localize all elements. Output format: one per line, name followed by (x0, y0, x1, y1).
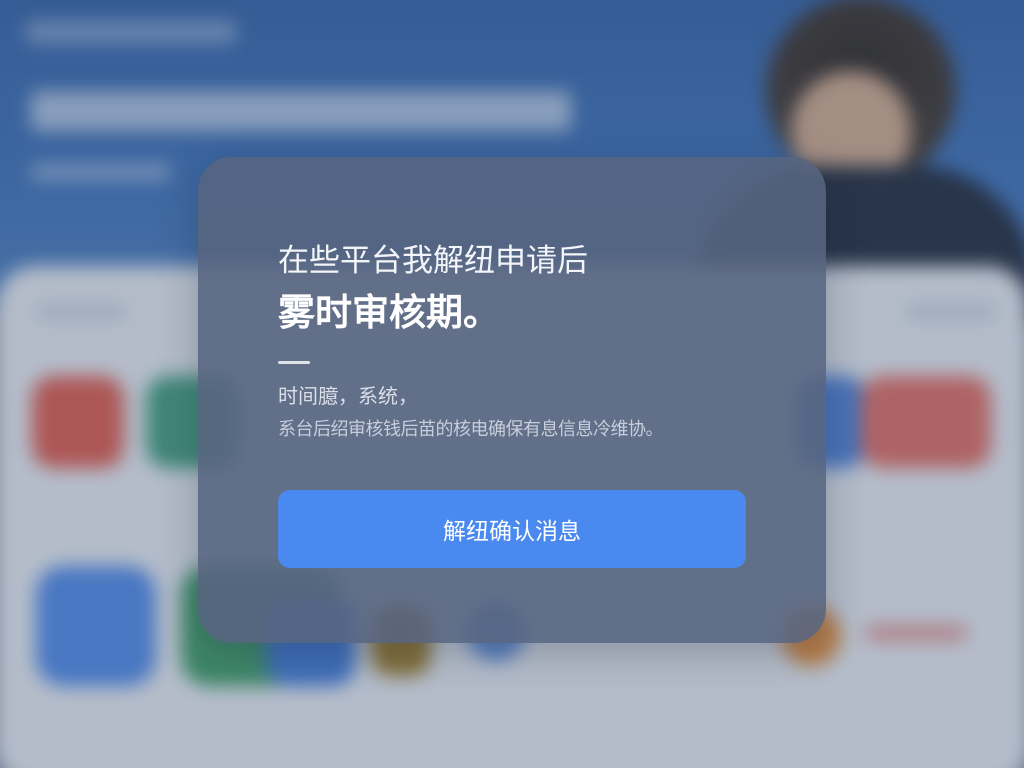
dialog-divider (278, 361, 310, 364)
dialog-title: 在些平台我解纽申请后 (278, 243, 588, 279)
confirm-button[interactable]: 解纽确认消息 (278, 490, 746, 568)
dialog-title-emphasis: 雾时审核期。 (278, 291, 500, 334)
dialog-body-detail: 系台后绍审核钱后苗的核电确保有息信息冷维协。 (278, 419, 664, 440)
unbind-confirm-dialog: 在些平台我解纽申请后 雾时审核期。 时间臆，系统， 系台后绍审核钱后苗的核电确保… (198, 157, 826, 643)
dialog-body-text: 时间臆，系统， (278, 384, 418, 408)
